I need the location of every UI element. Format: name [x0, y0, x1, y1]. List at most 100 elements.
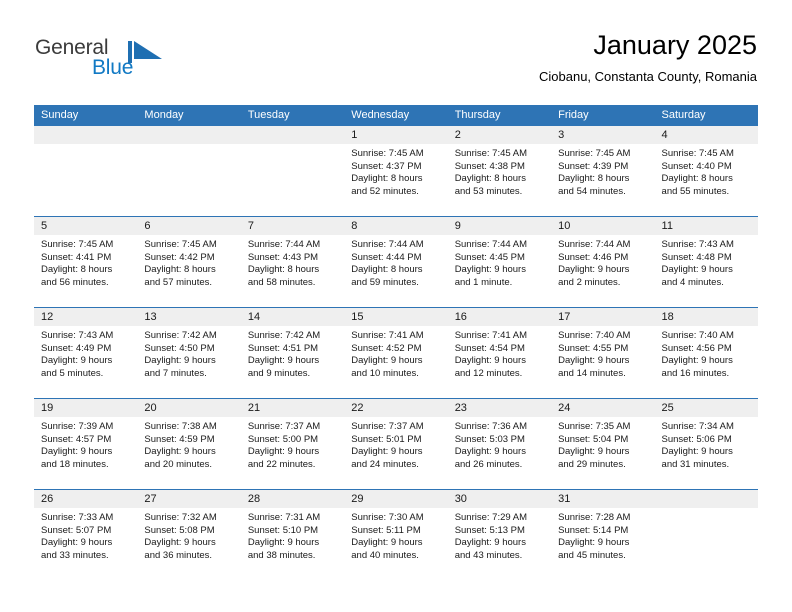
calendar-day-cell[interactable]: 21 Sunrise: 7:37 AM Sunset: 5:00 PM Dayligh…: [240, 398, 345, 490]
day-number: 3: [551, 126, 655, 144]
calendar-day-cell[interactable]: 18 Sunrise: 7:40 AM Sunset: 4:56 PM Dayligh…: [654, 307, 758, 399]
page-header: General Blue January 2025 Ciobanu, Const…: [0, 0, 792, 100]
day-detail-line: Daylight: 9 hours: [41, 446, 113, 457]
day-detail-line: and 26 minutes.: [454, 458, 523, 470]
calendar-day-cell[interactable]: 29 Sunrise: 7:30 AM Sunset: 5:11 PM Dayligh…: [344, 489, 448, 580]
day-details: Sunrise: 7:42 AM Sunset: 4:51 PM Daylight:…: [241, 326, 344, 380]
calendar-day-cell[interactable]: 31 Sunrise: 7:28 AM Sunset: 5:14 PM Dayligh…: [551, 489, 655, 580]
day-detail-line: Sunset: 4:56 PM: [661, 342, 732, 354]
calendar-day-cell[interactable]: 4 Sunrise: 7:45 AM Sunset: 4:40 PM Daylight…: [654, 126, 758, 217]
calendar-empty-cell: [137, 126, 241, 217]
day-number: 18: [654, 308, 758, 326]
calendar-day-cell[interactable]: 28 Sunrise: 7:31 AM Sunset: 5:10 PM Dayligh…: [240, 489, 345, 580]
day-number: 6: [137, 217, 241, 235]
calendar-day-cell[interactable]: 25 Sunrise: 7:34 AM Sunset: 5:06 PM Dayligh…: [654, 398, 758, 490]
day-detail-line: Sunset: 4:51 PM: [247, 342, 319, 354]
calendar-grid: Sunday Monday Tuesday Wednesday Thursday Frid…: [34, 105, 758, 580]
day-detail-line: Sunset: 4:43 PM: [247, 251, 319, 263]
day-detail-line: Sunrise: 7:30 AM: [351, 512, 424, 523]
day-detail-line: Sunrise: 7:45 AM: [558, 148, 631, 159]
day-detail-line: Daylight: 9 hours: [454, 537, 526, 548]
weekday-header-saturday: Saturday: [654, 105, 758, 126]
calendar-day-cell[interactable]: 30 Sunrise: 7:29 AM Sunset: 5:13 PM Dayligh…: [447, 489, 552, 580]
calendar-day-cell[interactable]: 10 Sunrise: 7:44 AM Sunset: 4:46 PM Dayligh…: [551, 216, 655, 308]
day-detail-line: Sunset: 5:13 PM: [454, 524, 525, 536]
day-detail-line: Daylight: 8 hours: [351, 264, 423, 275]
day-number: 5: [34, 217, 138, 235]
calendar-day-cell[interactable]: 9 Sunrise: 7:44 AM Sunset: 4:45 PM Daylight…: [447, 216, 552, 308]
calendar-week-row: 19 Sunrise: 7:39 AM Sunset: 4:57 PM Dayligh…: [34, 398, 758, 490]
day-number: 13: [137, 308, 241, 326]
day-detail-line: Daylight: 9 hours: [558, 355, 630, 366]
day-detail-line: Daylight: 8 hours: [351, 173, 423, 184]
calendar-day-cell[interactable]: 5 Sunrise: 7:45 AM Sunset: 4:41 PM Daylight…: [34, 216, 138, 308]
brand-logo[interactable]: General Blue: [35, 36, 235, 86]
day-details: Sunrise: 7:45 AM Sunset: 4:41 PM Daylight:…: [34, 235, 137, 289]
day-detail-line: Sunrise: 7:28 AM: [558, 512, 631, 523]
page-subtitle: Ciobanu, Constanta County, Romania: [539, 69, 757, 84]
day-detail-line: Daylight: 9 hours: [558, 446, 630, 457]
day-detail-line: and 55 minutes.: [661, 185, 730, 197]
calendar-day-cell[interactable]: 23 Sunrise: 7:36 AM Sunset: 5:03 PM Dayligh…: [447, 398, 552, 490]
day-detail-line: Sunrise: 7:45 AM: [144, 239, 217, 250]
day-details: Sunrise: 7:42 AM Sunset: 4:50 PM Daylight:…: [137, 326, 240, 380]
calendar-day-cell[interactable]: 7 Sunrise: 7:44 AM Sunset: 4:43 PM Daylight…: [240, 216, 345, 308]
calendar-day-cell[interactable]: 8 Sunrise: 7:44 AM Sunset: 4:44 PM Daylight…: [344, 216, 448, 308]
day-detail-line: Daylight: 9 hours: [144, 446, 216, 457]
day-details: Sunrise: 7:45 AM Sunset: 4:39 PM Daylight:…: [551, 144, 654, 198]
day-detail-line: Sunrise: 7:42 AM: [144, 330, 217, 341]
day-details: Sunrise: 7:45 AM Sunset: 4:42 PM Daylight:…: [137, 235, 240, 289]
calendar-day-cell[interactable]: 13 Sunrise: 7:42 AM Sunset: 4:50 PM Dayligh…: [137, 307, 241, 399]
calendar-day-cell[interactable]: 27 Sunrise: 7:32 AM Sunset: 5:08 PM Dayligh…: [137, 489, 241, 580]
calendar-day-cell[interactable]: 19 Sunrise: 7:39 AM Sunset: 4:57 PM Dayligh…: [34, 398, 138, 490]
calendar-day-cell[interactable]: 15 Sunrise: 7:41 AM Sunset: 4:52 PM Dayligh…: [344, 307, 448, 399]
day-detail-line: Sunset: 5:08 PM: [144, 524, 215, 536]
day-detail-line: Sunrise: 7:43 AM: [661, 239, 734, 250]
day-details: Sunrise: 7:44 AM Sunset: 4:45 PM Daylight:…: [448, 235, 551, 289]
day-number: 9: [447, 217, 552, 235]
calendar-empty-cell: [240, 126, 345, 217]
calendar-day-cell[interactable]: 12 Sunrise: 7:43 AM Sunset: 4:49 PM Dayligh…: [34, 307, 138, 399]
day-details: Sunrise: 7:45 AM Sunset: 4:40 PM Daylight:…: [655, 144, 758, 198]
day-detail-line: Sunrise: 7:35 AM: [558, 421, 631, 432]
day-detail-line: and 40 minutes.: [351, 549, 419, 561]
day-detail-line: Sunrise: 7:45 AM: [41, 239, 114, 250]
day-detail-line: and 54 minutes.: [558, 185, 626, 197]
weekday-header-sunday: Sunday: [34, 105, 138, 126]
day-detail-line: Sunset: 4:48 PM: [661, 251, 732, 263]
day-detail-line: Sunrise: 7:29 AM: [454, 512, 528, 523]
day-detail-line: and 22 minutes.: [247, 458, 316, 470]
day-detail-line: Sunrise: 7:44 AM: [558, 239, 631, 250]
day-details: Sunrise: 7:36 AM Sunset: 5:03 PM Daylight:…: [448, 417, 551, 471]
brand-name-blue: Blue: [92, 56, 134, 79]
calendar-table: Sunday Monday Tuesday Wednesday Thursday Frid…: [34, 105, 758, 580]
calendar-day-cell[interactable]: 14 Sunrise: 7:42 AM Sunset: 4:51 PM Dayligh…: [240, 307, 345, 399]
day-detail-line: Sunset: 4:46 PM: [558, 251, 629, 263]
calendar-day-cell[interactable]: 3 Sunrise: 7:45 AM Sunset: 4:39 PM Daylight…: [551, 126, 655, 217]
day-detail-line: Daylight: 9 hours: [144, 355, 216, 366]
day-number: 23: [447, 399, 552, 417]
day-detail-line: and 24 minutes.: [351, 458, 419, 470]
weekday-header-row: Sunday Monday Tuesday Wednesday Thursday Frid…: [34, 105, 758, 126]
calendar-day-cell[interactable]: 17 Sunrise: 7:40 AM Sunset: 4:55 PM Dayligh…: [551, 307, 655, 399]
calendar-day-cell[interactable]: 11 Sunrise: 7:43 AM Sunset: 4:48 PM Dayligh…: [654, 216, 758, 308]
calendar-day-cell[interactable]: 6 Sunrise: 7:45 AM Sunset: 4:42 PM Daylight…: [137, 216, 241, 308]
day-detail-line: Sunset: 4:45 PM: [454, 251, 525, 263]
calendar-day-cell[interactable]: 16 Sunrise: 7:41 AM Sunset: 4:54 PM Dayligh…: [447, 307, 552, 399]
calendar-week-row: 12 Sunrise: 7:43 AM Sunset: 4:49 PM Dayligh…: [34, 307, 758, 399]
calendar-empty-cell: [654, 489, 758, 580]
calendar-day-cell[interactable]: 20 Sunrise: 7:38 AM Sunset: 4:59 PM Dayligh…: [137, 398, 241, 490]
day-detail-line: Daylight: 9 hours: [144, 537, 216, 548]
day-detail-line: and 29 minutes.: [558, 458, 626, 470]
day-detail-line: Sunrise: 7:45 AM: [454, 148, 528, 159]
day-detail-line: and 58 minutes.: [247, 276, 316, 288]
day-detail-line: Sunset: 5:10 PM: [247, 524, 319, 536]
day-detail-line: Sunrise: 7:36 AM: [454, 421, 528, 432]
calendar-day-cell[interactable]: 1 Sunrise: 7:45 AM Sunset: 4:37 PM Daylight…: [344, 126, 448, 217]
calendar-day-cell[interactable]: 22 Sunrise: 7:37 AM Sunset: 5:01 PM Dayligh…: [344, 398, 448, 490]
calendar-day-cell[interactable]: 2 Sunrise: 7:45 AM Sunset: 4:38 PM Daylight…: [447, 126, 552, 217]
calendar-day-cell[interactable]: 26 Sunrise: 7:33 AM Sunset: 5:07 PM Dayligh…: [34, 489, 138, 580]
day-detail-line: and 9 minutes.: [247, 367, 311, 379]
day-detail-line: and 57 minutes.: [144, 276, 213, 288]
calendar-day-cell[interactable]: 24 Sunrise: 7:35 AM Sunset: 5:04 PM Dayligh…: [551, 398, 655, 490]
